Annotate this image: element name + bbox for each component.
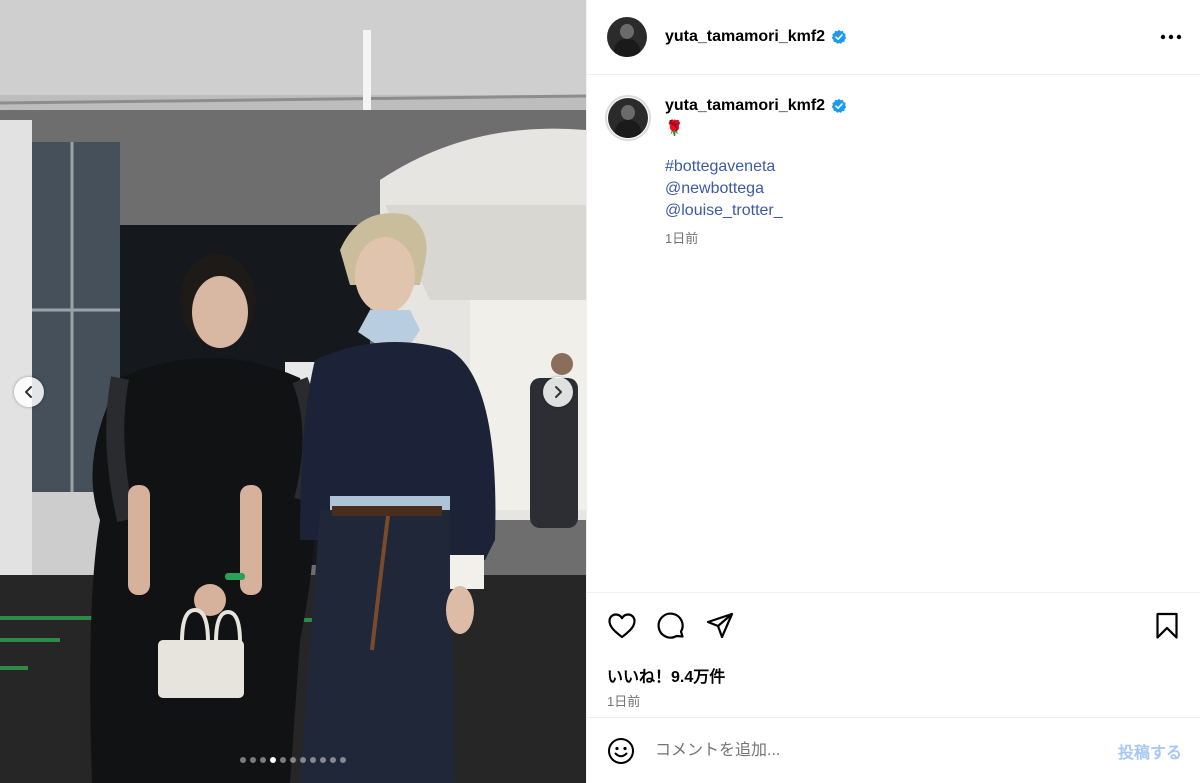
comment-bubble-icon xyxy=(657,612,684,639)
mention-link-louise-trotter[interactable]: @louise_trotter_ xyxy=(665,200,847,222)
post-comment-button[interactable]: 投稿する xyxy=(1118,739,1182,763)
caption-avatar[interactable] xyxy=(605,95,651,141)
author-username-text[interactable]: yuta_tamamori_kmf2 xyxy=(665,28,825,46)
author-avatar[interactable] xyxy=(607,17,647,57)
paper-plane-icon xyxy=(706,612,734,639)
post-photo xyxy=(0,0,586,783)
carousel-dot xyxy=(310,757,316,763)
mention-link-newbottega[interactable]: @newbottega xyxy=(665,178,847,200)
heart-icon xyxy=(608,613,636,639)
share-button[interactable] xyxy=(705,611,735,641)
post-actions: いいね！9.4万件 1日前 xyxy=(587,592,1200,717)
carousel-dot xyxy=(320,757,326,763)
like-count[interactable]: いいね！9.4万件 xyxy=(607,663,1182,687)
carousel-dot xyxy=(280,757,286,763)
caption-emoji: 🌹 xyxy=(665,120,684,137)
more-options-icon xyxy=(1160,34,1182,40)
carousel-dot xyxy=(290,757,296,763)
carousel-next-button[interactable] xyxy=(543,377,573,407)
backstage-photo xyxy=(0,0,586,783)
comment-button[interactable] xyxy=(656,611,686,641)
carousel-dot xyxy=(250,757,256,763)
instagram-post-view: yuta_tamamori_kmf2 yuta_tamamori_kmf2 🌹 … xyxy=(0,0,1200,783)
more-options-button[interactable] xyxy=(1160,34,1182,40)
chevron-left-icon xyxy=(25,386,32,398)
hashtag-link[interactable]: #bottegaveneta xyxy=(665,156,847,178)
verified-badge-icon xyxy=(831,98,847,113)
comment-input[interactable] xyxy=(653,740,1118,761)
save-button[interactable] xyxy=(1152,611,1182,641)
chevron-right-icon xyxy=(555,386,562,398)
caption-section: yuta_tamamori_kmf2 🌹 #bottegaveneta @new… xyxy=(587,75,1200,592)
post-header: yuta_tamamori_kmf2 xyxy=(587,0,1200,75)
carousel-dot xyxy=(260,757,266,763)
emoji-button[interactable] xyxy=(607,737,635,765)
carousel-indicator xyxy=(0,757,586,763)
carousel-dot xyxy=(340,757,346,763)
carousel-dot xyxy=(300,757,306,763)
bookmark-icon xyxy=(1156,612,1178,639)
caption-username-text[interactable]: yuta_tamamori_kmf2 xyxy=(665,97,825,115)
comment-bar: 投稿する xyxy=(587,717,1200,783)
like-button[interactable] xyxy=(607,611,637,641)
caption-timestamp: 1日前 xyxy=(665,231,699,246)
caption-links: #bottegaveneta @newbottega @louise_trott… xyxy=(665,156,847,222)
carousel-prev-button[interactable] xyxy=(14,377,44,407)
smiley-icon xyxy=(608,737,634,764)
carousel-dot xyxy=(240,757,246,763)
author-username[interactable]: yuta_tamamori_kmf2 xyxy=(665,28,847,46)
verified-badge-icon xyxy=(831,29,847,44)
carousel-dot xyxy=(270,757,276,763)
carousel-dot xyxy=(330,757,336,763)
post-timestamp[interactable]: 1日前 xyxy=(607,691,1182,710)
caption-avatar-image xyxy=(608,98,648,138)
caption-username[interactable]: yuta_tamamori_kmf2 xyxy=(665,97,847,115)
post-side-panel: yuta_tamamori_kmf2 yuta_tamamori_kmf2 🌹 … xyxy=(586,0,1200,783)
